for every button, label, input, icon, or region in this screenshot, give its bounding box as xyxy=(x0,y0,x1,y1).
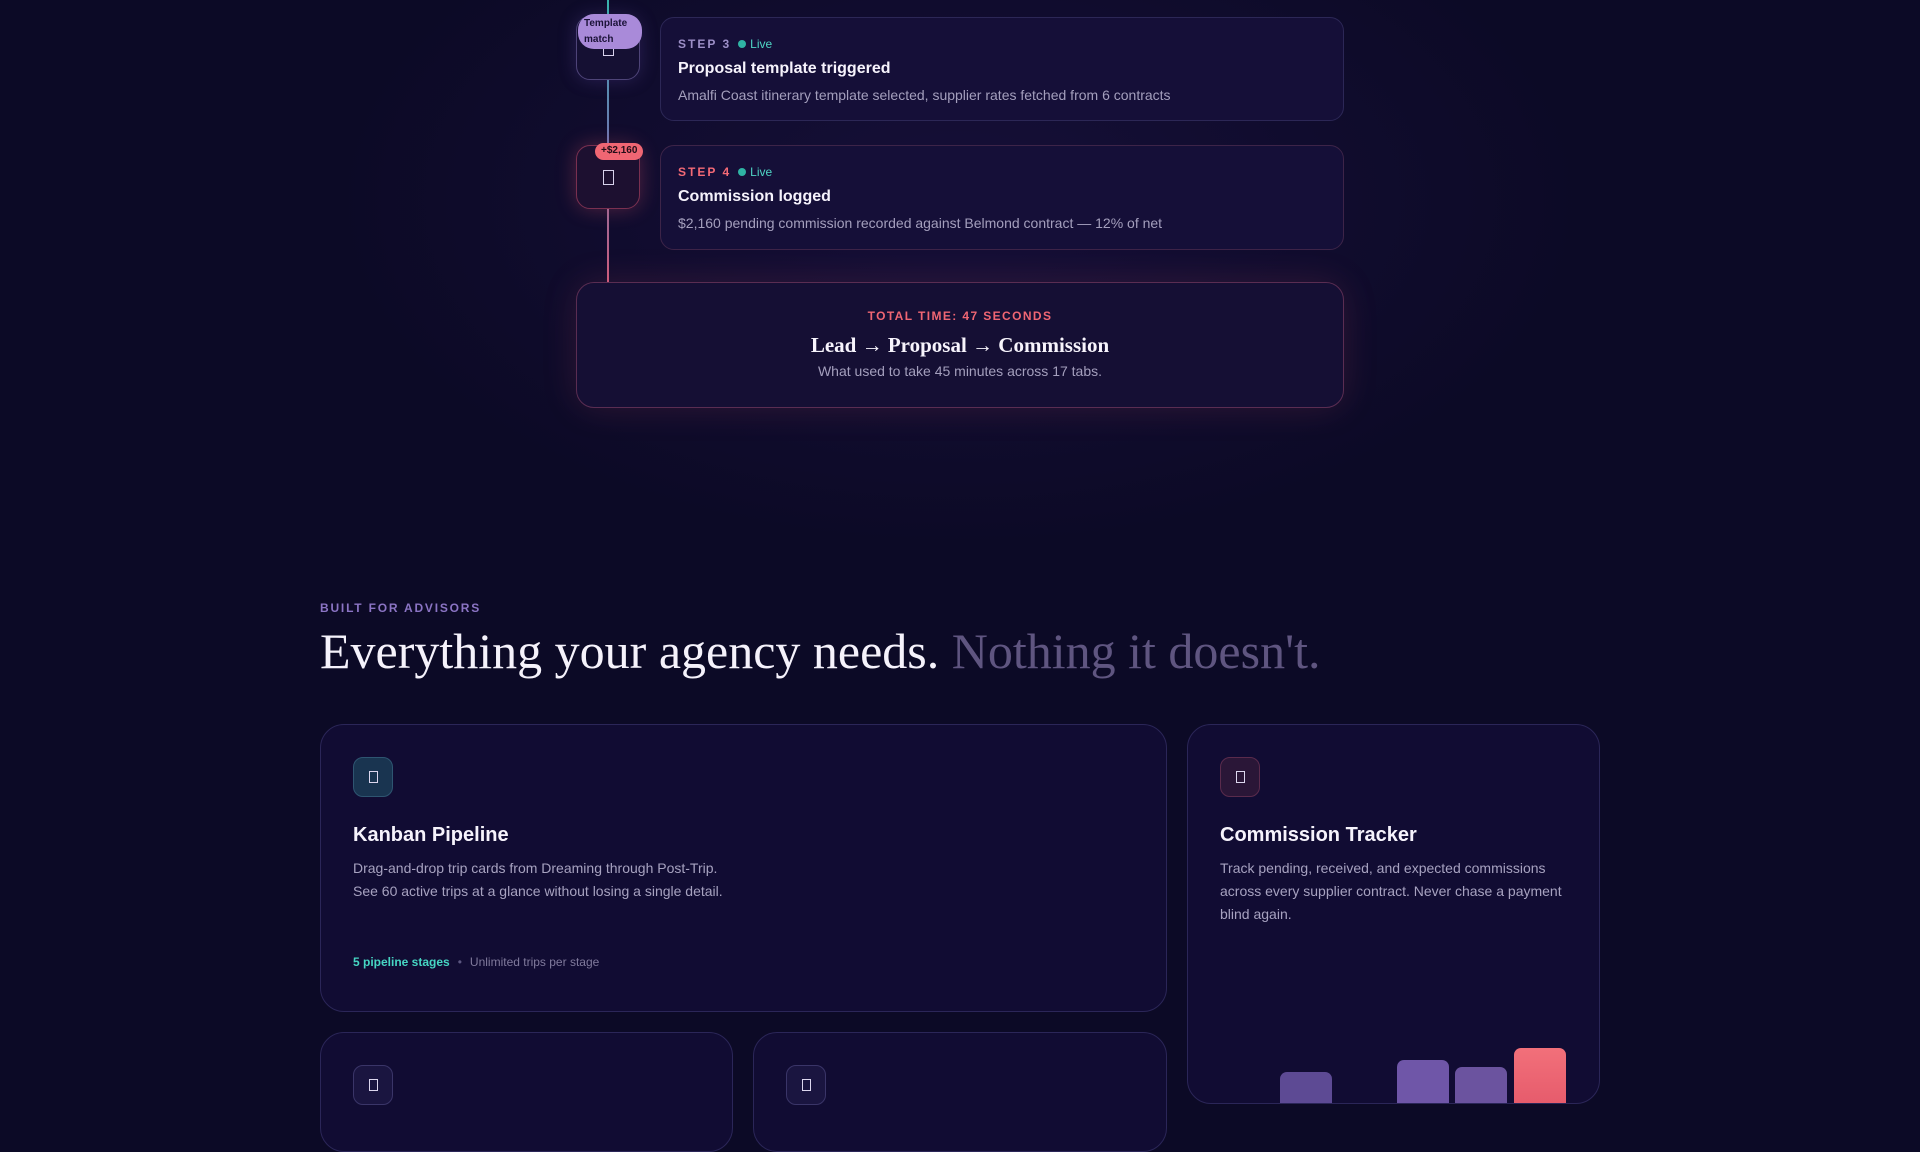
commission-tracker-card[interactable]: Commission Tracker Track pending, receiv… xyxy=(1187,724,1600,1104)
commission-icon xyxy=(1220,757,1260,797)
kanban-title: Kanban Pipeline xyxy=(353,824,509,846)
feature-icon xyxy=(786,1065,826,1105)
step-3-card: STEP 3 Live Proposal template triggered … xyxy=(660,17,1344,121)
live-dot-icon xyxy=(738,168,747,176)
step-4-title: Commission logged xyxy=(678,188,831,205)
total-time-card: TOTAL TIME: 47 SECONDS Lead → Proposal →… xyxy=(576,282,1344,408)
pipeline-stages-count: 5 pipeline stages xyxy=(353,955,450,969)
meta-separator: • xyxy=(457,955,462,969)
headline-muted: Nothing it doesn't. xyxy=(951,623,1321,679)
section-eyebrow: BUILT FOR ADVISORS xyxy=(320,601,482,615)
document-icon xyxy=(602,169,614,185)
step-3-badge: Template match xyxy=(578,14,642,49)
step-4-badge: +$2,160 xyxy=(595,143,644,160)
feature-card[interactable] xyxy=(753,1032,1167,1152)
commission-bar xyxy=(1455,1067,1507,1103)
kanban-description: Drag-and-drop trip cards from Dreaming t… xyxy=(353,857,1134,903)
live-dot-icon xyxy=(738,40,747,48)
step-4-label: STEP 4 xyxy=(678,165,732,179)
commission-description: Track pending, received, and expected co… xyxy=(1220,857,1567,926)
kanban-description-line: Drag-and-drop trip cards from Dreaming t… xyxy=(353,860,718,876)
commission-description-line: Track pending, received, and expected co… xyxy=(1220,860,1546,876)
kanban-icon xyxy=(353,757,393,797)
live-label: Live xyxy=(750,165,773,179)
step-4-card: STEP 4 Live Commission logged $2,160 pen… xyxy=(660,145,1344,250)
feature-card[interactable] xyxy=(320,1032,733,1152)
kanban-pipeline-card[interactable]: Kanban Pipeline Drag-and-drop trip cards… xyxy=(320,724,1167,1012)
unlimited-trips-note: Unlimited trips per stage xyxy=(469,955,600,969)
step-3-description: Amalfi Coast itinerary template selected… xyxy=(678,87,1171,103)
commission-description-line: across every supplier contract. Never ch… xyxy=(1220,883,1562,899)
commission-bar xyxy=(1397,1060,1449,1103)
live-indicator: Live xyxy=(738,165,772,179)
step-3-title: Proposal template triggered xyxy=(678,60,891,77)
step-4-description: $2,160 pending commission recorded again… xyxy=(678,215,1163,231)
feature-icon xyxy=(353,1065,393,1105)
kanban-meta: 5 pipeline stages • Unlimited trips per … xyxy=(353,955,599,969)
headline-main: Everything your agency needs. xyxy=(320,623,940,679)
total-subtext: What used to take 45 minutes across 17 t… xyxy=(817,363,1103,379)
total-time-label: TOTAL TIME: 47 SECONDS xyxy=(867,309,1053,323)
commission-title: Commission Tracker xyxy=(1220,824,1417,846)
commission-description-line: blind again. xyxy=(1220,906,1292,922)
section-headline: Everything your agency needs. Nothing it… xyxy=(320,622,1320,680)
kanban-description-line: See 60 active trips at a glance without … xyxy=(353,883,723,899)
total-flow: Lead → Proposal → Commission xyxy=(810,333,1110,357)
live-indicator: Live xyxy=(738,37,772,51)
commission-bar-highlight xyxy=(1514,1048,1566,1103)
step-3-label: STEP 3 xyxy=(678,37,732,51)
live-label: Live xyxy=(750,37,773,51)
commission-bar xyxy=(1280,1072,1332,1103)
